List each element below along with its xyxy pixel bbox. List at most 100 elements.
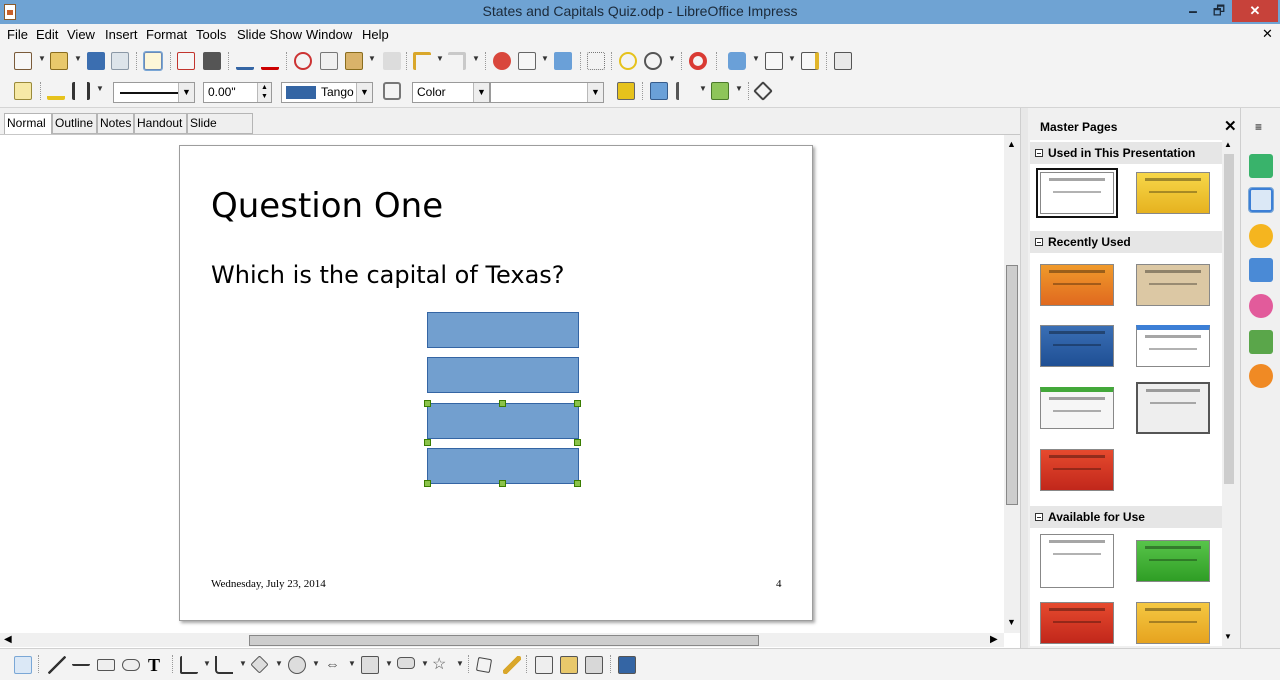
- slide-question-text[interactable]: Which is the capital of Texas?: [211, 261, 565, 289]
- slide-transition-deck-icon[interactable]: [1249, 258, 1273, 282]
- insert-image-icon[interactable]: [560, 656, 578, 674]
- close-window-button[interactable]: ✕: [1232, 0, 1278, 22]
- selection-handle[interactable]: [499, 400, 506, 407]
- block-arrows-icon[interactable]: ⇔: [325, 656, 343, 674]
- position-and-size-icon[interactable]: [650, 82, 668, 100]
- gallery-deck-icon[interactable]: [1249, 330, 1273, 354]
- answer-box-3[interactable]: [427, 403, 579, 439]
- master-thumb-blue[interactable]: [1040, 325, 1114, 367]
- custom-animation-deck-icon[interactable]: [1249, 224, 1273, 248]
- layout-dropdown-arrow[interactable]: ▼: [788, 54, 796, 63]
- toggle-extrusion-icon[interactable]: [618, 656, 636, 674]
- select-arrow-icon[interactable]: [14, 656, 32, 674]
- email-icon[interactable]: [111, 52, 129, 70]
- arrange-dropdown-arrow[interactable]: ▼: [735, 84, 743, 93]
- vertical-scrollbar[interactable]: ▲ ▼: [1004, 135, 1020, 633]
- chevron-down-icon[interactable]: ▼: [178, 83, 194, 102]
- panel-scroll-thumb[interactable]: [1224, 154, 1234, 484]
- shadow-icon[interactable]: [617, 82, 635, 100]
- save-icon[interactable]: [87, 52, 105, 70]
- scroll-right-icon[interactable]: ▶: [990, 634, 998, 645]
- horizontal-scrollbar[interactable]: ◀ ▶: [0, 633, 1004, 647]
- styles-deck-icon[interactable]: [1249, 294, 1273, 318]
- section-available-for-use[interactable]: Available for Use: [1030, 506, 1222, 528]
- menu-insert[interactable]: Insert: [105, 27, 138, 42]
- paste-dropdown-arrow[interactable]: ▼: [368, 54, 376, 63]
- master-thumb-tan[interactable]: [1136, 264, 1210, 306]
- curve-tool-icon[interactable]: [180, 656, 198, 674]
- helplines-icon[interactable]: [619, 52, 637, 70]
- points-edit-icon[interactable]: [475, 656, 493, 674]
- menu-help[interactable]: Help: [362, 27, 389, 42]
- section-recently-used[interactable]: Recently Used: [1030, 231, 1222, 253]
- selection-handle[interactable]: [424, 400, 431, 407]
- tab-slide-sorter[interactable]: Slide Sorter: [187, 113, 253, 149]
- scroll-down-icon[interactable]: ▼: [1224, 632, 1232, 641]
- line-color-select[interactable]: Tango ▼: [281, 82, 373, 103]
- chevron-down-icon[interactable]: ▼: [587, 83, 603, 102]
- table-dropdown-arrow[interactable]: ▼: [541, 54, 549, 63]
- panel-scrollbar[interactable]: ▲ ▼: [1222, 140, 1236, 646]
- new-document-icon[interactable]: [14, 52, 32, 70]
- selection-handle[interactable]: [424, 439, 431, 446]
- menu-slide-show[interactable]: Slide Show: [237, 27, 302, 42]
- scroll-left-icon[interactable]: ◀: [4, 634, 12, 645]
- rectangle-tool-icon[interactable]: [97, 659, 115, 671]
- ellipse-tool-icon[interactable]: [122, 659, 140, 671]
- slide-show-dropdown-arrow[interactable]: ▼: [752, 54, 760, 63]
- callouts-dropdown-arrow[interactable]: ▼: [421, 659, 429, 668]
- basic-shapes-icon[interactable]: [250, 655, 269, 674]
- new-dropdown-arrow[interactable]: ▼: [38, 54, 46, 63]
- close-panel-icon[interactable]: ✕: [1224, 117, 1237, 135]
- symbol-shapes-dropdown-arrow[interactable]: ▼: [312, 659, 320, 668]
- styles-icon[interactable]: [14, 82, 32, 100]
- slide-design-icon[interactable]: [801, 52, 819, 70]
- area-fill-select[interactable]: ▼: [490, 82, 604, 103]
- spelling-icon[interactable]: [236, 52, 254, 70]
- master-thumb-green[interactable]: [1136, 540, 1210, 582]
- print-icon[interactable]: [203, 52, 221, 70]
- line-width-field[interactable]: 0.00" ▲ ▼: [203, 82, 272, 103]
- master-thumb-plain[interactable]: [1040, 534, 1114, 588]
- selection-handle[interactable]: [574, 480, 581, 487]
- master-thumb-gray-frame[interactable]: [1136, 382, 1210, 434]
- menu-edit[interactable]: Edit: [36, 27, 58, 42]
- slide-title[interactable]: Question One: [211, 186, 443, 226]
- close-document-icon[interactable]: ✕: [1262, 26, 1273, 42]
- callouts-icon[interactable]: [397, 657, 415, 669]
- edit-file-icon[interactable]: [143, 51, 163, 71]
- basic-shapes-dropdown-arrow[interactable]: ▼: [275, 659, 283, 668]
- answer-box-1[interactable]: [427, 312, 579, 348]
- selection-handle[interactable]: [574, 400, 581, 407]
- properties-deck-icon[interactable]: [1249, 154, 1273, 178]
- connector-dropdown-arrow[interactable]: ▼: [239, 659, 247, 668]
- menu-view[interactable]: View: [67, 27, 95, 42]
- tab-normal[interactable]: Normal: [4, 113, 52, 135]
- arrow-style-dropdown-arrow[interactable]: ▼: [96, 84, 104, 93]
- menu-file[interactable]: File: [7, 27, 28, 42]
- copy-icon[interactable]: [320, 52, 338, 70]
- restore-button[interactable]: 🗗: [1204, 0, 1234, 22]
- redo-dropdown-arrow[interactable]: ▼: [472, 54, 480, 63]
- undo-dropdown-arrow[interactable]: ▼: [436, 54, 444, 63]
- flowchart-dropdown-arrow[interactable]: ▼: [385, 659, 393, 668]
- master-thumb-red-2[interactable]: [1040, 602, 1114, 644]
- clone-formatting-icon[interactable]: [383, 52, 401, 70]
- block-arrows-dropdown-arrow[interactable]: ▼: [348, 659, 356, 668]
- tab-handout[interactable]: Handout: [134, 113, 187, 134]
- area-icon[interactable]: [383, 82, 401, 100]
- line-tool-icon[interactable]: [48, 656, 66, 674]
- area-style-select[interactable]: Color ▼: [412, 82, 490, 103]
- zoom-dropdown-arrow[interactable]: ▼: [668, 54, 676, 63]
- collapse-icon[interactable]: [1035, 149, 1043, 157]
- scroll-down-icon[interactable]: ▼: [1007, 617, 1016, 627]
- help-icon[interactable]: [689, 52, 707, 70]
- display-views-icon[interactable]: [554, 52, 572, 70]
- answer-box-2[interactable]: [427, 357, 579, 393]
- tab-outline[interactable]: Outline: [52, 113, 97, 134]
- master-thumb-yellow[interactable]: [1136, 172, 1210, 214]
- menu-format[interactable]: Format: [146, 27, 187, 42]
- slide-canvas[interactable]: Question One Which is the capital of Tex…: [179, 145, 813, 621]
- selection-handle[interactable]: [574, 439, 581, 446]
- connector-tool-icon[interactable]: [215, 656, 233, 674]
